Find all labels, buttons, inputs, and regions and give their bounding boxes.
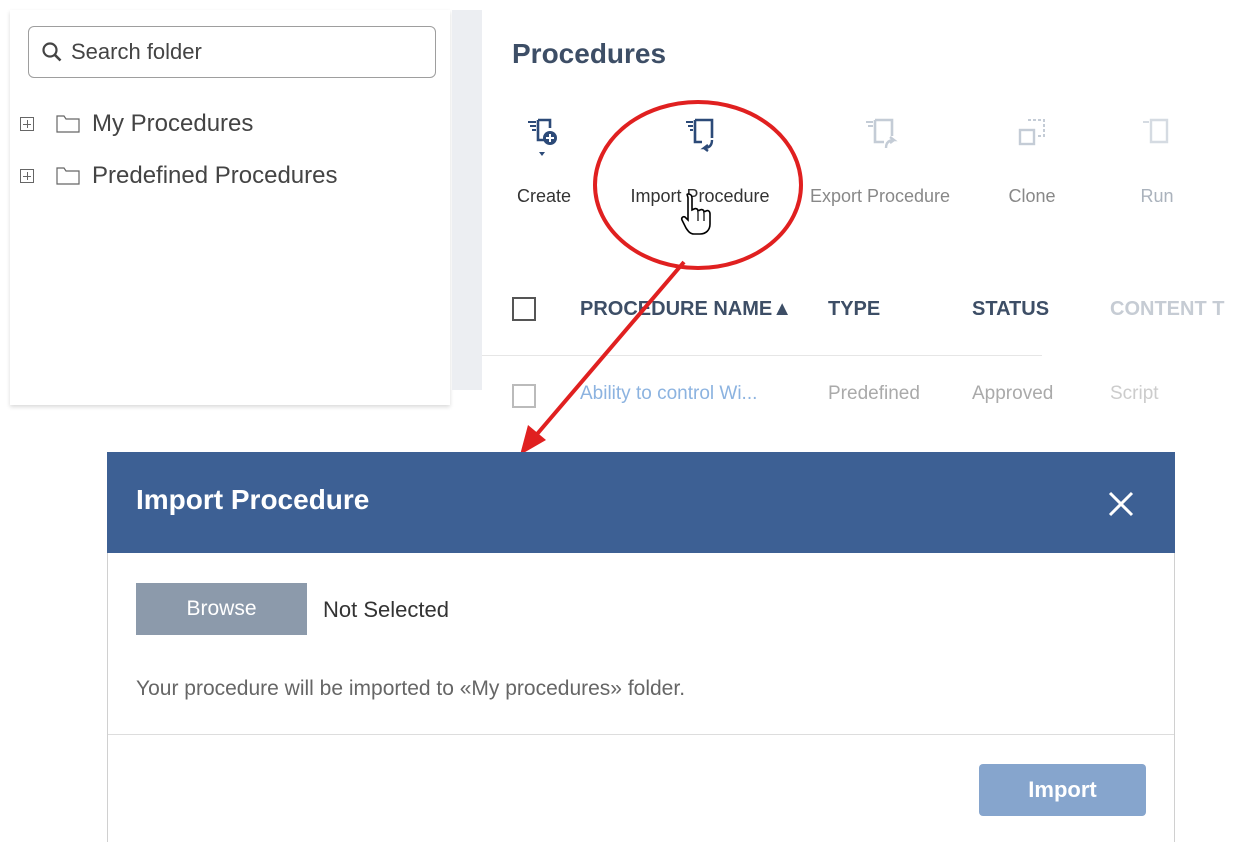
clone-icon [1018, 119, 1045, 146]
column-status[interactable]: STATUS [972, 298, 1049, 321]
tree-item-label: Predefined Procedures [92, 162, 338, 189]
page-title: Procedures [512, 38, 667, 69]
expand-icon[interactable] [20, 117, 34, 131]
clone-button[interactable]: Clone [997, 118, 1067, 207]
export-procedure-icon [866, 118, 898, 149]
select-all-checkbox[interactable] [512, 297, 536, 321]
file-status-text: Not Selected [323, 597, 449, 622]
column-procedure-name[interactable]: PROCEDURE NAME▲ [580, 298, 792, 321]
folder-sidebar: My Procedures Predefined Procedures [10, 10, 450, 405]
run-label: Run [1140, 186, 1174, 206]
import-procedure-dialog: Import Procedure Browse Not Selected You… [107, 452, 1175, 842]
run-button[interactable]: Run [1132, 118, 1182, 207]
export-procedure-label: Export Procedure [809, 186, 951, 206]
close-icon[interactable] [1107, 490, 1135, 518]
search-icon [42, 42, 62, 62]
footer-divider [108, 734, 1174, 735]
export-procedure-button[interactable]: Export Procedure [804, 118, 956, 207]
expand-icon[interactable] [20, 169, 34, 183]
browse-button[interactable]: Browse [136, 583, 307, 635]
column-content-type[interactable]: CONTENT T [1110, 298, 1224, 321]
dialog-header: Import Procedure [107, 452, 1175, 553]
panel-divider[interactable] [452, 10, 482, 390]
import-button[interactable]: Import [979, 764, 1146, 816]
tree-item-label: My Procedures [92, 110, 254, 137]
import-procedure-icon [686, 118, 714, 152]
folder-icon [56, 167, 80, 185]
column-type[interactable]: TYPE [828, 298, 880, 321]
create-label: Create [516, 186, 572, 206]
tree-item-my-procedures[interactable]: My Procedures [20, 110, 253, 138]
create-procedure-icon [528, 118, 557, 156]
run-procedure-icon [1143, 118, 1169, 144]
dialog-title: Import Procedure [136, 484, 370, 515]
import-info-text: Your procedure will be imported to «My p… [136, 677, 686, 700]
row-content-type: Script [1110, 383, 1159, 404]
procedures-panel: Procedures Create Import Procedure Expor… [482, 10, 1248, 408]
row-status: Approved [972, 383, 1054, 404]
clone-label: Clone [1008, 186, 1056, 206]
create-button[interactable]: Create [512, 118, 576, 207]
row-divider [482, 355, 1042, 356]
import-procedure-button[interactable]: Import Procedure [620, 118, 780, 207]
search-folder-box[interactable] [28, 26, 436, 78]
arrowhead [520, 425, 546, 455]
search-folder-input[interactable] [69, 38, 413, 66]
row-procedure-name-link[interactable]: Ability to control Wi... [580, 383, 757, 405]
tree-item-predefined-procedures[interactable]: Predefined Procedures [20, 162, 337, 190]
import-procedure-label: Import Procedure [630, 186, 770, 206]
row-checkbox[interactable] [512, 384, 536, 408]
row-type: Predefined [828, 383, 920, 404]
folder-icon [56, 115, 80, 133]
